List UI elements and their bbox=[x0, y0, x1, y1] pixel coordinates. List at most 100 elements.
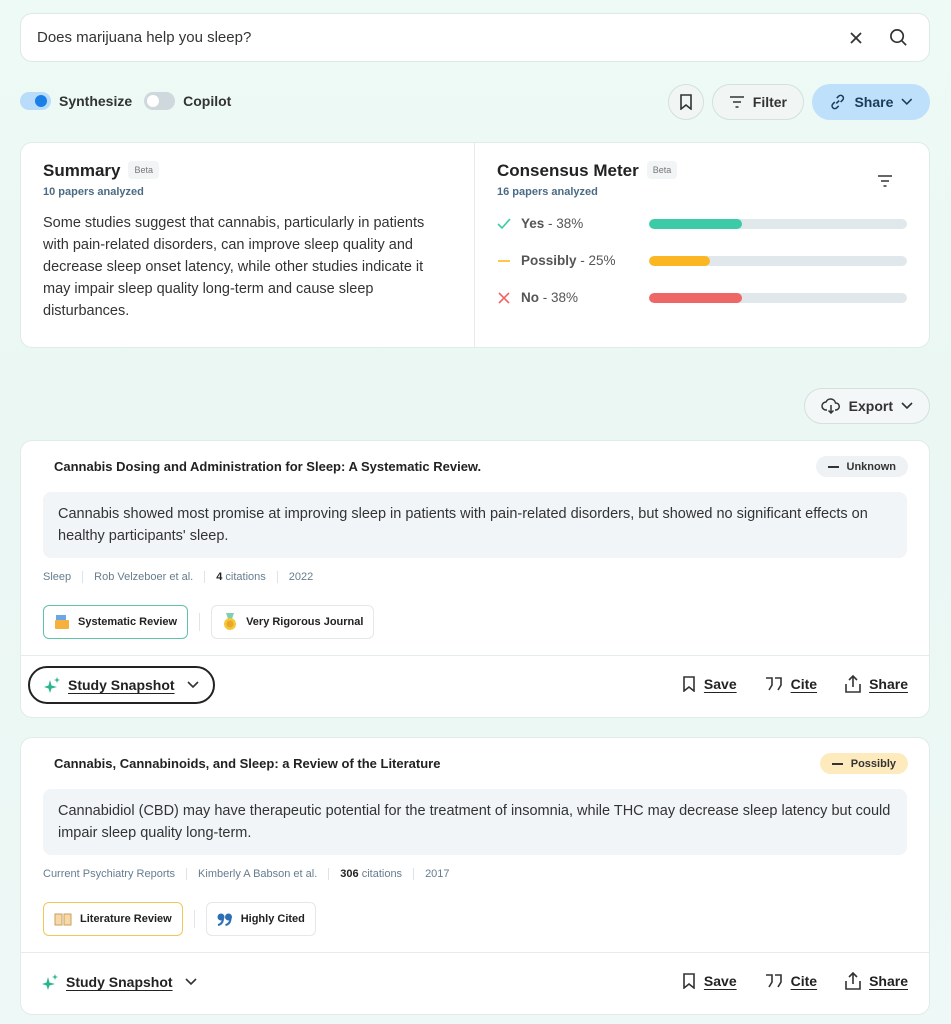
export-label: Export bbox=[848, 398, 893, 414]
cloud-download-icon bbox=[820, 398, 840, 414]
summary-panel: Summary Beta 10 papers analyzed Some stud… bbox=[20, 142, 930, 348]
quote-icon bbox=[765, 677, 782, 691]
badge-label: Unknown bbox=[846, 460, 897, 473]
save-button[interactable]: Save bbox=[682, 675, 737, 693]
save-label: Save bbox=[703, 676, 737, 692]
synthesize-label: Synthesize bbox=[59, 93, 133, 109]
share-icon bbox=[845, 675, 861, 693]
tag-label: Very Rigorous Journal bbox=[246, 616, 364, 628]
tags: Systematic Review Very Rigorous Journal bbox=[43, 605, 375, 639]
toggle-knob bbox=[147, 95, 160, 107]
cite-label: Cite bbox=[790, 676, 818, 692]
copilot-label: Copilot bbox=[183, 93, 232, 109]
chevron-down-icon bbox=[184, 978, 197, 986]
study-snapshot-button[interactable]: Study Snapshot bbox=[28, 963, 211, 1001]
share-label: Share bbox=[869, 676, 908, 692]
save-label: Save bbox=[703, 973, 737, 989]
minus-icon bbox=[498, 259, 510, 262]
summary-title: Summary bbox=[43, 161, 121, 180]
authors: Kimberly A Babson et al. bbox=[186, 868, 328, 880]
consensus-title: Consensus Meter bbox=[497, 161, 639, 180]
check-icon bbox=[497, 217, 511, 229]
paper-title[interactable]: Cannabis, Cannabinoids, and Sleep: a Rev… bbox=[54, 756, 440, 771]
search-bar bbox=[20, 13, 930, 62]
sparkle-icon bbox=[42, 974, 58, 990]
toggle-knob bbox=[35, 95, 47, 107]
papers-analyzed: 16 papers analyzed bbox=[497, 186, 598, 198]
save-button[interactable]: Save bbox=[682, 972, 737, 990]
consensus-badge: Unknown bbox=[815, 456, 908, 477]
meter-label: Possibly bbox=[521, 253, 577, 268]
filter-icon bbox=[729, 96, 744, 108]
journal[interactable]: Sleep bbox=[43, 571, 82, 583]
medal-icon bbox=[224, 613, 237, 630]
cite-button[interactable]: Cite bbox=[765, 675, 817, 693]
citation-label: citations bbox=[225, 571, 266, 583]
meter-row-no: No - 38% bbox=[497, 286, 907, 309]
study-snapshot-button[interactable]: Study Snapshot bbox=[28, 666, 215, 704]
beta-badge: Beta bbox=[128, 161, 159, 179]
consensus-meter: Consensus Meter Beta 16 papers analyzed Y… bbox=[475, 143, 929, 347]
citations: 306 citations bbox=[328, 868, 413, 880]
minus-icon bbox=[827, 465, 839, 468]
chevron-down-icon bbox=[901, 402, 913, 410]
paper-meta: Sleep Rob Velzeboer et al. 4 citations 2022 bbox=[43, 571, 324, 583]
quote-icon bbox=[217, 913, 232, 926]
meter-fill bbox=[649, 255, 711, 266]
chevron-down-icon bbox=[186, 681, 199, 689]
share-button[interactable]: Share bbox=[845, 675, 908, 693]
link-icon bbox=[831, 94, 845, 110]
filter-icon[interactable] bbox=[877, 175, 893, 187]
study-type-tag[interactable]: Literature Review bbox=[43, 902, 183, 936]
meter-fill bbox=[649, 292, 743, 303]
filter-label: Filter bbox=[752, 94, 787, 110]
consensus-badge: Possibly bbox=[819, 753, 908, 774]
card-footer: Study Snapshot Save Cite Share bbox=[21, 655, 929, 718]
cite-button[interactable]: Cite bbox=[765, 972, 817, 990]
study-type-tag[interactable]: Systematic Review bbox=[43, 605, 189, 639]
book-icon bbox=[54, 913, 72, 926]
meter-percent: 38% bbox=[556, 216, 584, 231]
sparkle-icon bbox=[44, 677, 60, 693]
share-button[interactable]: Share bbox=[812, 84, 930, 120]
bookmark-icon bbox=[683, 676, 695, 692]
bookmark-button[interactable] bbox=[667, 84, 704, 120]
tag-label: Systematic Review bbox=[78, 616, 178, 628]
journal[interactable]: Current Psychiatry Reports bbox=[43, 868, 186, 880]
meter-label: Yes bbox=[521, 216, 545, 231]
snapshot-label: Study Snapshot bbox=[66, 974, 173, 990]
year: 2017 bbox=[413, 868, 460, 880]
bookmark-icon bbox=[679, 94, 692, 110]
summary-section: Summary Beta 10 papers analyzed Some stud… bbox=[21, 143, 475, 347]
authors: Rob Velzeboer et al. bbox=[82, 571, 204, 583]
export-button[interactable]: Export bbox=[803, 388, 930, 424]
quote-icon bbox=[765, 974, 782, 988]
summary-text: Some studies suggest that cannabis, part… bbox=[43, 215, 425, 319]
share-button[interactable]: Share bbox=[845, 972, 908, 990]
citations: 4 citations bbox=[204, 571, 277, 583]
tag-label: Highly Cited bbox=[240, 913, 305, 925]
bookmark-icon bbox=[683, 973, 695, 989]
meter-percent: 38% bbox=[551, 290, 579, 305]
copilot-toggle[interactable] bbox=[144, 92, 176, 110]
badge-label: Possibly bbox=[850, 757, 896, 770]
share-label: Share bbox=[869, 973, 908, 989]
cite-label: Cite bbox=[790, 973, 818, 989]
chevron-down-icon bbox=[901, 98, 913, 106]
result-card: Cannabis, Cannabinoids, and Sleep: a Rev… bbox=[20, 737, 930, 1015]
paper-title[interactable]: Cannabis Dosing and Administration for S… bbox=[54, 459, 481, 474]
divider bbox=[193, 910, 195, 928]
search-input[interactable] bbox=[37, 29, 829, 46]
claim-text: Cannabidiol (CBD) may have therapeutic p… bbox=[43, 789, 907, 855]
paper-meta: Current Psychiatry Reports Kimberly A Bab… bbox=[43, 868, 461, 880]
citation-count: 4 bbox=[216, 571, 223, 583]
search-icon[interactable] bbox=[883, 23, 913, 53]
quality-tag[interactable]: Very Rigorous Journal bbox=[211, 605, 375, 639]
claim-text: Cannabis showed most promise at improvin… bbox=[43, 492, 907, 558]
filter-button[interactable]: Filter bbox=[711, 84, 804, 120]
synthesize-toggle[interactable] bbox=[20, 92, 51, 110]
quality-tag[interactable]: Highly Cited bbox=[205, 902, 316, 936]
citation-label: citations bbox=[361, 868, 403, 880]
divider bbox=[199, 613, 201, 631]
close-icon[interactable] bbox=[841, 23, 871, 53]
